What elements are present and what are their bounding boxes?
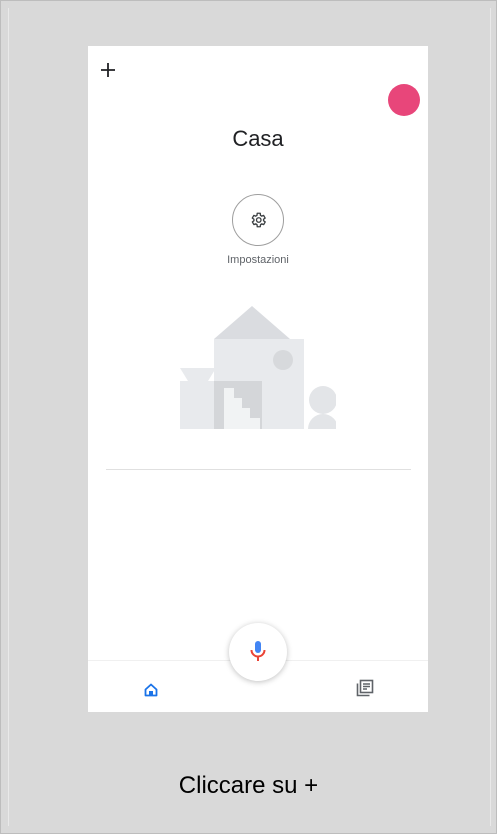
phone-screen: Casa Impostazioni	[88, 46, 428, 712]
feed-icon	[356, 679, 374, 697]
section-divider	[106, 469, 411, 470]
settings-label: Impostazioni	[227, 254, 289, 266]
settings-button[interactable]	[232, 194, 284, 246]
home-title: Casa	[232, 126, 284, 151]
house-illustration	[180, 306, 336, 429]
mic-icon	[250, 641, 266, 661]
instruction-caption: Cliccare su +	[178, 772, 319, 799]
nav-home-tab[interactable]	[144, 683, 158, 702]
account-avatar[interactable]	[388, 84, 420, 116]
nav-feed-tab[interactable]	[356, 679, 374, 702]
gear-icon	[251, 212, 266, 228]
add-button[interactable]	[96, 58, 120, 82]
assistant-mic-button[interactable]	[229, 623, 287, 681]
plus-icon	[101, 63, 115, 77]
home-icon	[144, 683, 158, 697]
